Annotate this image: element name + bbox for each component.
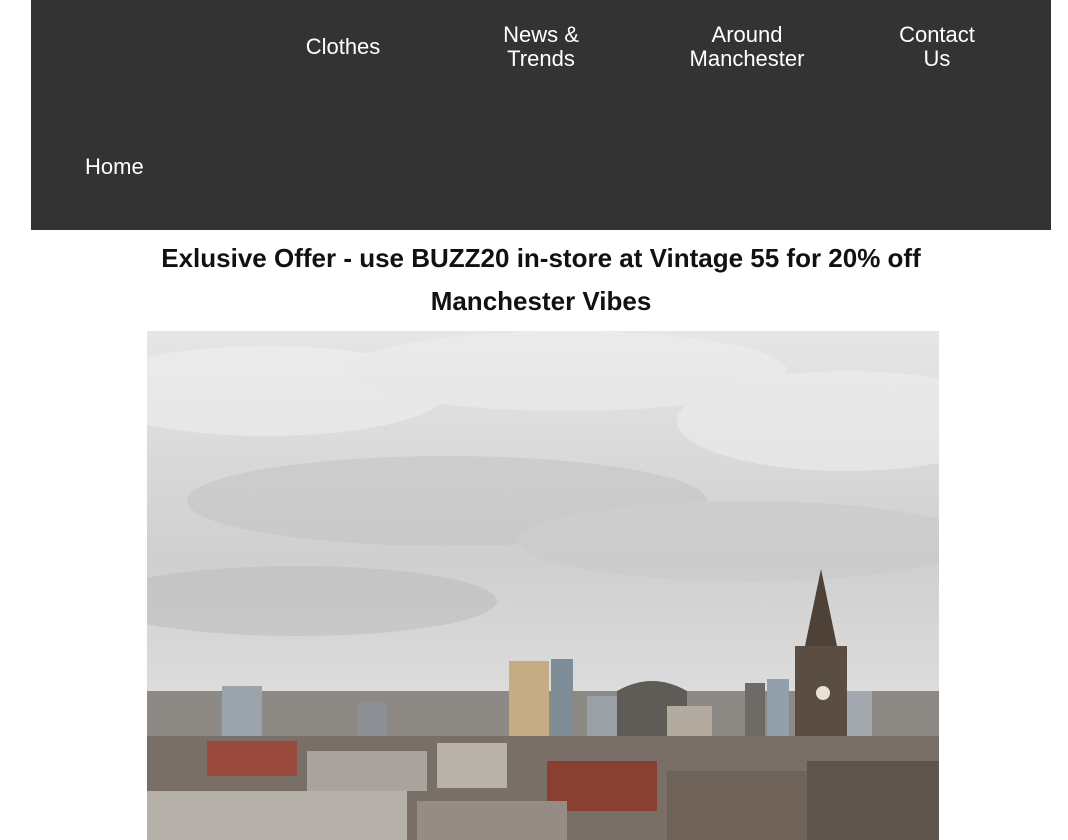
offer-banner: Exlusive Offer - use BUZZ20 in-store at …	[161, 243, 921, 273]
nav-link-contact-us[interactable]: Contact Us	[882, 23, 992, 71]
nav-link-clothes[interactable]: Clothes	[273, 35, 413, 59]
section-title: Manchester Vibes	[430, 286, 652, 316]
nav-link-news-trends[interactable]: News & Trends	[471, 23, 611, 71]
skyline-illustration	[147, 331, 939, 840]
nav-link-home[interactable]: Home	[85, 155, 159, 179]
nav-link-around-manchester[interactable]: Around Manchester	[672, 23, 822, 71]
main-navbar: Clothes News & Trends Around Manchester …	[31, 0, 1051, 230]
manchester-skyline-photo	[147, 331, 939, 840]
